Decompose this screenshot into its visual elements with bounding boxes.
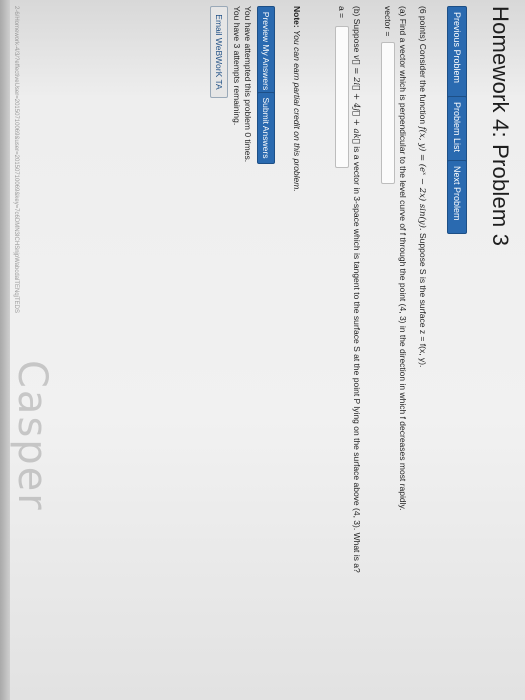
vector-label: vector = — [383, 6, 393, 37]
vector-answer-input[interactable] — [381, 42, 395, 184]
rotated-screen: Homework 4: Problem 3 Previous Problem P… — [0, 0, 525, 700]
note-text: You can earn partial credit on this prob… — [292, 30, 302, 192]
attempts-line-2: You have 3 attempts remaining. — [232, 6, 242, 126]
screen-bezel — [0, 0, 10, 700]
previous-problem-button[interactable]: Previous Problem — [447, 6, 467, 101]
part-b-prefix: (b) Suppose — [352, 6, 362, 53]
problem-list-button[interactable]: Problem List — [447, 96, 467, 164]
watermark-text: Casper — [9, 360, 55, 512]
problem-function: f(x, y) = (eˣ − 2x) sin(y). — [417, 126, 427, 231]
part-b-vector: v⃗ = 2i⃗ + 4j⃗ + ak⃗ — [351, 54, 361, 144]
problem-intro-prefix: (6 points) Consider the function — [418, 6, 428, 125]
preview-answers-button[interactable]: Preview My Answers — [257, 6, 275, 96]
a-label: a = — [337, 6, 347, 19]
submit-answers-button[interactable]: Submit Answers — [257, 92, 275, 164]
a-answer-input[interactable] — [335, 26, 349, 168]
email-ta-button[interactable]: Email WeBWorK TA — [210, 6, 228, 98]
part-a-text: (a) Find a vector which is perpendicular… — [398, 6, 408, 511]
problem-intro: (6 points) Consider the function f(x, y)… — [417, 6, 428, 367]
part-b-suffix: is a vector in 3-space which is tangent … — [352, 146, 362, 573]
note-label: Note: — [292, 6, 302, 28]
attempts-line-1: You have attempted this problem 0 times. — [243, 6, 253, 163]
problem-intro-suffix: Suppose S is the surface z = f(x, y). — [418, 232, 428, 368]
part-b-text: (b) Suppose v⃗ = 2i⃗ + 4j⃗ + ak⃗ is a ve… — [351, 6, 362, 573]
footer-url: 2-6/Homework-4/3/?effectiveUser=20150710… — [13, 6, 19, 314]
page-title: Homework 4: Problem 3 — [488, 6, 513, 247]
next-problem-button[interactable]: Next Problem — [447, 160, 467, 234]
note-line: Note: You can earn partial credit on thi… — [292, 6, 302, 192]
